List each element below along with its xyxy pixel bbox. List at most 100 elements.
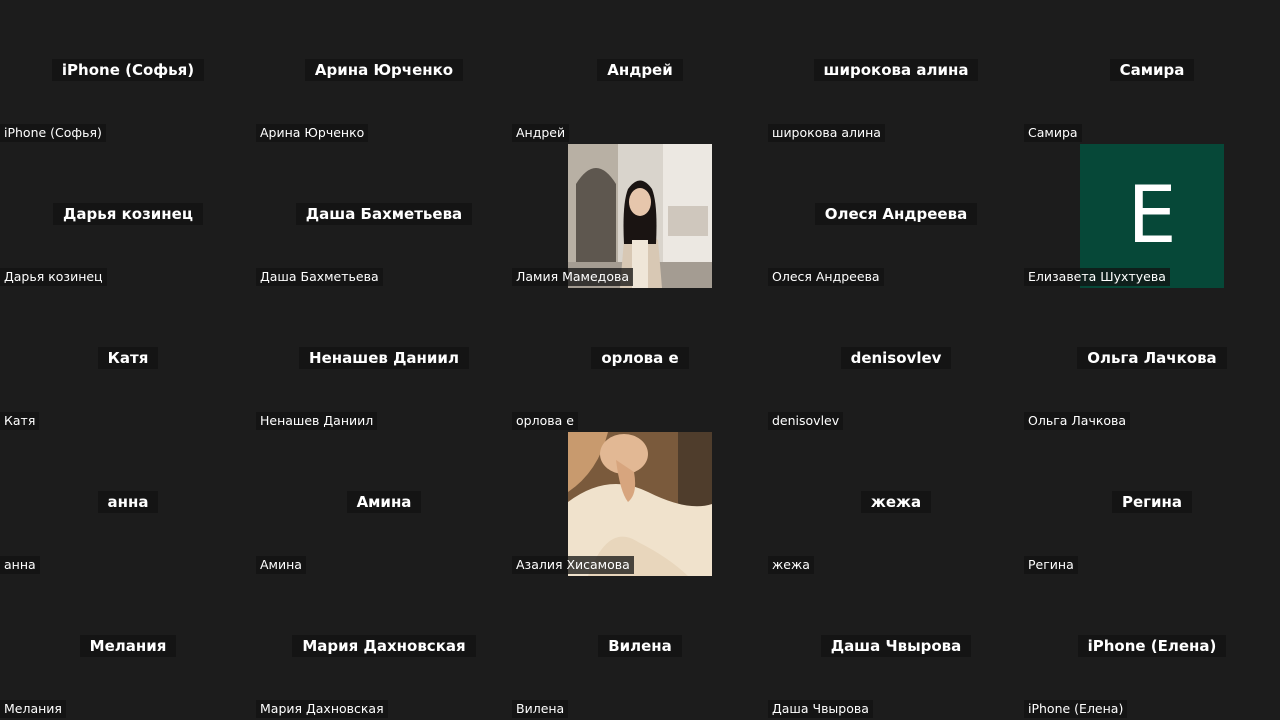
participant-name-label: Олеся Андреева — [768, 268, 884, 286]
participant-name-label: Елизавета Шухтуева — [1024, 268, 1170, 286]
participant-tile-2[interactable]: Арина Юрченко Арина Юрченко — [256, 0, 512, 144]
participant-display-name-text: Ольга Лачкова — [1077, 347, 1227, 369]
participant-display-name-text: Самира — [1109, 59, 1195, 81]
participant-display-name: Катя — [0, 347, 256, 369]
participant-display-name-text: орлова е — [591, 347, 689, 369]
participant-display-name-text: Арина Юрченко — [304, 59, 464, 81]
participant-name-label: Мария Дахновская — [256, 700, 388, 718]
participant-display-name-text: Катя — [97, 347, 159, 369]
participant-name-label: Амина — [256, 556, 306, 574]
participant-display-name-text: жежа — [860, 491, 932, 513]
participant-tile-21[interactable]: Мелания Мелания — [0, 576, 256, 720]
participant-display-name: Олеся Андреева — [768, 203, 1024, 225]
participant-name-label: анна — [0, 556, 40, 574]
participant-display-name-text: iPhone (Софья) — [51, 59, 205, 81]
participant-name-label: denisovlev — [768, 412, 844, 430]
participant-display-name: анна — [0, 491, 256, 513]
participant-name-label: жежа — [768, 556, 814, 574]
participant-tile-15[interactable]: Ольга Лачкова Ольга Лачкова — [1024, 288, 1280, 432]
participant-name-label: iPhone (Елена) — [1024, 700, 1128, 718]
participant-display-name-text: Даша Бахметьева — [295, 203, 473, 225]
participant-tile-25[interactable]: iPhone (Елена) iPhone (Елена) — [1024, 576, 1280, 720]
participant-display-name: Амина — [256, 491, 512, 513]
participant-display-name-text: Дарья козинец — [53, 203, 203, 225]
participant-gallery-grid: iPhone (Софья) iPhone (Софья) Арина Юрченк… — [0, 0, 1280, 720]
participant-tile-13[interactable]: орлова е орлова е — [512, 288, 768, 432]
participant-display-name: Мария Дахновская — [256, 635, 512, 657]
participant-display-name: iPhone (Елена) — [1024, 635, 1280, 657]
participant-video — [568, 432, 712, 576]
participant-name-label: Дарья козинец — [0, 268, 107, 286]
participant-display-name: iPhone (Софья) — [0, 59, 256, 81]
participant-name-label: Даша Бахметьева — [256, 268, 383, 286]
participant-name-label: Андрей — [512, 124, 570, 142]
participant-display-name: Андрей — [512, 59, 768, 81]
participant-display-name: Дарья козинец — [0, 203, 256, 225]
participant-tile-8[interactable]: Ламия Мамедова — [512, 144, 768, 288]
participant-tile-10[interactable]: E Елизавета Шухтуева — [1024, 144, 1280, 288]
participant-display-name: широкова алина — [768, 59, 1024, 81]
participant-tile-4[interactable]: широкова алина широкова алина — [768, 0, 1024, 144]
participant-display-name: denisovlev — [768, 347, 1024, 369]
participant-display-name-text: Мелания — [79, 635, 177, 657]
participant-display-name: Даша Чвырова — [768, 635, 1024, 657]
participant-display-name: орлова е — [512, 347, 768, 369]
participant-name-label: орлова е — [512, 412, 578, 430]
participant-name-label: Ольга Лачкова — [1024, 412, 1131, 430]
avatar: E — [1080, 144, 1224, 288]
participant-display-name-text: Ненашев Даниил — [299, 347, 469, 369]
participant-name-label: Ламия Мамедова — [512, 268, 633, 286]
participant-tile-1[interactable]: iPhone (Софья) iPhone (Софья) — [0, 0, 256, 144]
video-frame-photo — [568, 432, 712, 576]
participant-display-name: Регина — [1024, 491, 1280, 513]
participant-name-label: Регина — [1024, 556, 1078, 574]
participant-display-name-text: Вилена — [598, 635, 682, 657]
participant-name-label: iPhone (Софья) — [0, 124, 106, 142]
participant-display-name-text: Олеся Андреева — [814, 203, 978, 225]
participant-tile-16[interactable]: анна анна — [0, 432, 256, 576]
participant-display-name: Арина Юрченко — [256, 59, 512, 81]
participant-tile-22[interactable]: Мария Дахновская Мария Дахновская — [256, 576, 512, 720]
participant-display-name: Мелания — [0, 635, 256, 657]
participant-name-label: широкова алина — [768, 124, 885, 142]
participant-display-name-text: Даша Чвырова — [820, 635, 972, 657]
participant-tile-17[interactable]: Амина Амина — [256, 432, 512, 576]
participant-display-name-text: Регина — [1112, 491, 1192, 513]
participant-display-name-text: Андрей — [597, 59, 683, 81]
participant-name-label: Азалия Хисамова — [512, 556, 634, 574]
participant-tile-12[interactable]: Ненашев Даниил Ненашев Даниил — [256, 288, 512, 432]
participant-display-name: Ненашев Даниил — [256, 347, 512, 369]
participant-name-label: Самира — [1024, 124, 1082, 142]
participant-name-label: Арина Юрченко — [256, 124, 369, 142]
participant-display-name-text: Амина — [346, 491, 422, 513]
participant-tile-3[interactable]: Андрей Андрей — [512, 0, 768, 144]
participant-name-label: Даша Чвырова — [768, 700, 873, 718]
participant-display-name-text: широкова алина — [813, 59, 979, 81]
participant-name-label: Мелания — [0, 700, 66, 718]
participant-tile-14[interactable]: denisovlev denisovlev — [768, 288, 1024, 432]
participant-tile-6[interactable]: Дарья козинец Дарья козинец — [0, 144, 256, 288]
participant-tile-23[interactable]: Вилена Вилена — [512, 576, 768, 720]
participant-display-name-text: Мария Дахновская — [292, 635, 476, 657]
participant-tile-19[interactable]: жежа жежа — [768, 432, 1024, 576]
video-frame-photo — [568, 144, 712, 288]
participant-display-name: Даша Бахметьева — [256, 203, 512, 225]
participant-display-name-text: iPhone (Елена) — [1077, 635, 1227, 657]
participant-tile-18[interactable]: Азалия Хисамова — [512, 432, 768, 576]
participant-tile-9[interactable]: Олеся Андреева Олеся Андреева — [768, 144, 1024, 288]
participant-display-name-text: анна — [97, 491, 159, 513]
participant-tile-20[interactable]: Регина Регина — [1024, 432, 1280, 576]
participant-tile-7[interactable]: Даша Бахметьева Даша Бахметьева — [256, 144, 512, 288]
participant-display-name-text: denisovlev — [840, 347, 952, 369]
participant-tile-11[interactable]: Катя Катя — [0, 288, 256, 432]
participant-video — [568, 144, 712, 288]
participant-display-name: Вилена — [512, 635, 768, 657]
participant-tile-24[interactable]: Даша Чвырова Даша Чвырова — [768, 576, 1024, 720]
participant-name-label: Катя — [0, 412, 40, 430]
participant-display-name: Ольга Лачкова — [1024, 347, 1280, 369]
participant-display-name: Самира — [1024, 59, 1280, 81]
participant-tile-5[interactable]: Самира Самира — [1024, 0, 1280, 144]
participant-name-label: Вилена — [512, 700, 569, 718]
participant-name-label: Ненашев Даниил — [256, 412, 378, 430]
participant-display-name: жежа — [768, 491, 1024, 513]
